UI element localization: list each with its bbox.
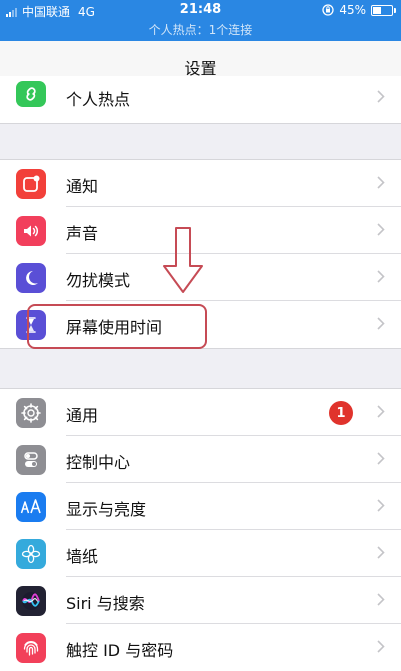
orientation-lock-icon (322, 4, 334, 16)
settings-row-label: 显示与亮度 (66, 500, 147, 519)
settings-row-label: 控制中心 (66, 453, 131, 472)
chevron-right-icon (377, 270, 385, 283)
status-right: 45% (322, 3, 396, 17)
chevron-right-icon (377, 90, 385, 103)
personal-hotspot-icon (16, 81, 46, 107)
notification-badge: 1 (329, 401, 353, 425)
settings-row-label: 通知 (66, 177, 99, 196)
settings-row-personal-hotspot[interactable]: 个人热点 (0, 76, 401, 123)
settings-row-label: 通用 (66, 406, 99, 425)
chevron-right-icon (377, 593, 385, 606)
chevron-right-icon (377, 640, 385, 653)
settings-row-wallpaper[interactable]: 墙纸 (0, 530, 401, 577)
settings-row-label: 个人热点 (66, 90, 131, 109)
settings-row-label: Siri 与搜索 (66, 594, 145, 613)
settings-row-general[interactable]: 通用 1 (0, 389, 401, 436)
settings-row-siri-search[interactable]: Siri 与搜索 (0, 577, 401, 624)
hotspot-status-text[interactable]: 个人热点：1个连接 (0, 21, 401, 38)
settings-row-touch-id-passcode[interactable]: 触控 ID 与密码 (0, 624, 401, 671)
settings-row-label: 墙纸 (66, 547, 99, 566)
settings-row-control-center[interactable]: 控制中心 (0, 436, 401, 483)
chevron-right-icon (377, 499, 385, 512)
settings-group-network: 个人热点 (0, 76, 401, 124)
wallpaper-icon (16, 539, 46, 569)
settings-row-label: 触控 ID 与密码 (66, 641, 174, 660)
settings-row-label: 声音 (66, 224, 99, 243)
siri-icon (16, 586, 46, 616)
settings-row-display-brightness[interactable]: 显示与亮度 (0, 483, 401, 530)
annotation-highlight-box (27, 304, 207, 349)
chevron-right-icon (377, 452, 385, 465)
settings-row-notifications[interactable]: 通知 (0, 160, 401, 207)
sounds-icon (16, 216, 46, 246)
chevron-right-icon (377, 223, 385, 236)
chevron-right-icon (377, 546, 385, 559)
settings-row-label: 勿扰模式 (66, 271, 131, 290)
annotation-arrow-icon (163, 227, 203, 293)
chevron-right-icon (377, 317, 385, 330)
settings-group-general: 通用 1 控制中心 显示与亮度 墙纸 Siri 与搜索 触控 ID 与密码 (0, 388, 401, 671)
general-icon (16, 398, 46, 428)
display-brightness-icon (16, 492, 46, 522)
touch-id-icon (16, 633, 46, 663)
control-center-icon (16, 445, 46, 475)
status-bar: 中国联通 4G 21:48 45% 个人热点：1个连接 (0, 0, 401, 41)
notifications-icon (16, 169, 46, 199)
chevron-right-icon (377, 405, 385, 418)
do-not-disturb-icon (16, 263, 46, 293)
chevron-right-icon (377, 176, 385, 189)
battery-percent: 45% (339, 3, 366, 17)
battery-icon (371, 4, 396, 16)
battery-fill (373, 6, 382, 14)
